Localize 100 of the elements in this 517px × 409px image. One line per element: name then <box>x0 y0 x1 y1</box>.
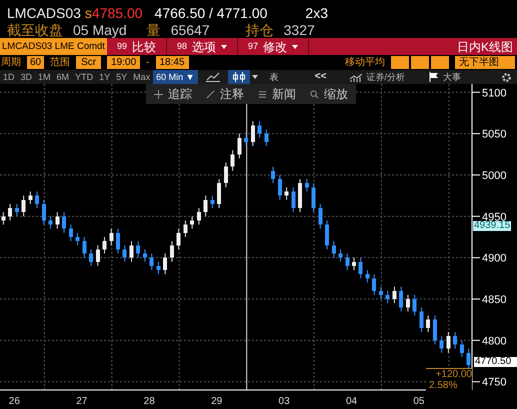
summary-value: 05 Mayd <box>73 23 127 37</box>
candle <box>22 195 26 217</box>
period-tab[interactable]: 1D <box>0 70 18 84</box>
candle <box>278 174 282 200</box>
events-button[interactable]: 大事 <box>429 72 461 82</box>
period-tab[interactable]: 60 Min ▼ <box>153 70 198 84</box>
menu-button[interactable]: 97 修改 <box>238 38 309 55</box>
window-title: 日内K线图 <box>456 38 514 55</box>
candle <box>230 150 235 172</box>
candle <box>68 224 73 242</box>
moving-average-field[interactable] <box>391 56 409 69</box>
candle <box>42 199 46 226</box>
time-separator: - <box>146 58 150 68</box>
table-button[interactable]: 表 <box>270 72 279 82</box>
candle <box>89 248 94 266</box>
candle <box>406 294 410 312</box>
summary-label: 截至收盘 <box>7 23 63 37</box>
candle <box>55 212 60 230</box>
candle <box>392 286 396 304</box>
candle <box>291 186 296 213</box>
end-time-field[interactable]: 18:45 <box>156 56 189 69</box>
period-tab[interactable]: 3D <box>18 70 36 84</box>
start-time-field[interactable]: 19:00 <box>107 56 140 69</box>
candle <box>82 236 86 258</box>
summary-value: 65647 <box>170 23 210 37</box>
candle <box>204 195 208 217</box>
settings-icon[interactable] <box>501 72 512 82</box>
candle <box>224 162 228 188</box>
lower-chart-field[interactable]: 无下半图 <box>455 56 515 69</box>
candle <box>271 166 276 184</box>
candle <box>426 315 430 333</box>
axis-label: 26 <box>8 396 20 407</box>
candle <box>412 294 417 316</box>
last-price-marker: 4770.50 <box>474 356 517 367</box>
candle <box>352 257 356 271</box>
candle <box>460 340 464 358</box>
period-tab[interactable]: YTD <box>72 70 96 84</box>
candle <box>419 306 424 333</box>
period-tab[interactable]: 6M <box>54 70 72 84</box>
candle <box>129 240 134 262</box>
candle <box>345 253 350 271</box>
axis-label: 03 <box>278 396 290 407</box>
range-field[interactable]: Scr <box>76 56 102 69</box>
caret-icon <box>252 75 258 79</box>
moving-average-label: 移动平均 <box>345 58 385 68</box>
axis-label: 5100 <box>482 87 506 100</box>
axis-label: 4900 <box>482 252 506 265</box>
candle <box>264 128 268 147</box>
chart-tool-button[interactable]: 缩放 <box>310 85 348 103</box>
axis-label: 28 <box>144 396 155 407</box>
menu-button[interactable]: 99 比较 <box>106 38 167 55</box>
menu-button[interactable]: 98 选项 <box>166 38 238 55</box>
candle <box>237 133 242 159</box>
candle <box>122 244 127 262</box>
candle <box>196 208 201 226</box>
period-field[interactable]: 60 <box>27 56 44 69</box>
candle <box>163 253 168 275</box>
chart-tool-button[interactable]: 追踪 <box>154 85 192 103</box>
candle <box>8 203 12 221</box>
chart-tool-button[interactable]: 新闻 <box>258 85 296 103</box>
candle <box>136 240 140 258</box>
chart-icon <box>350 72 362 82</box>
candle <box>217 178 222 209</box>
summary-value: 3327 <box>284 23 315 37</box>
analysis-button[interactable]: 证券/分析 <box>350 72 405 82</box>
candle <box>14 203 19 217</box>
ticker: LMCADS03 <box>7 6 81 20</box>
pencil-icon <box>206 90 215 98</box>
period-tab[interactable]: 5Y <box>113 70 130 84</box>
caret-icon <box>292 44 298 48</box>
candle <box>386 290 390 304</box>
summary-label: 持仓 <box>246 23 274 37</box>
candle <box>190 216 194 230</box>
security-label: LMCADS03 LME Comdt <box>0 38 107 55</box>
candle <box>250 120 255 147</box>
chart-tool-button[interactable]: 注释 <box>206 85 244 103</box>
candle <box>76 232 80 246</box>
range-label: 范围 <box>50 58 70 68</box>
period-tab[interactable]: 1Y <box>96 70 114 84</box>
chart-type-button[interactable] <box>228 70 250 84</box>
candle <box>150 253 154 271</box>
period-tab[interactable]: Max <box>130 70 154 84</box>
candle <box>102 236 107 254</box>
bid-ask: 4766.50 / 4771.00 <box>154 6 268 20</box>
candle <box>466 348 471 370</box>
candle <box>432 315 437 346</box>
candle <box>244 133 248 147</box>
collapse-button[interactable]: << <box>314 72 326 82</box>
moving-average-field[interactable] <box>431 56 449 69</box>
axis-label: 4750 <box>482 376 506 389</box>
candle <box>170 240 174 262</box>
candle <box>318 203 322 230</box>
price-source-letter: s <box>84 6 92 20</box>
search-icon <box>310 90 319 98</box>
period-tab[interactable]: 1M <box>35 70 54 84</box>
caret-icon <box>220 44 227 48</box>
list-icon <box>258 90 267 98</box>
moving-average-field[interactable] <box>411 56 429 69</box>
candle <box>96 244 100 266</box>
candle <box>325 220 330 250</box>
